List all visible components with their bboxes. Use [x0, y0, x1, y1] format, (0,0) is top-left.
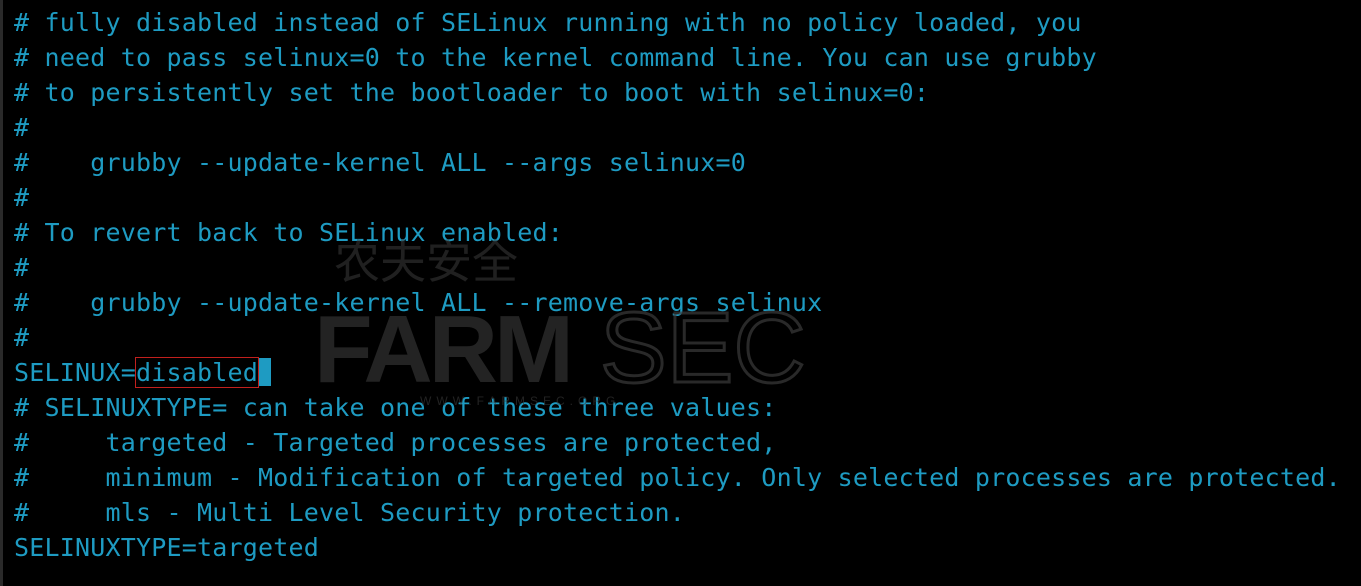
terminal-window[interactable]: # fully disabled instead of SELinux runn…	[0, 0, 1361, 586]
text-line: # minimum - Modification of targeted pol…	[14, 463, 1341, 492]
text-line: # mls - Multi Level Security protection.	[14, 498, 686, 527]
selinux-value-highlight: disabled	[135, 357, 260, 388]
selinux-setting-line: SELINUX=disabled	[14, 355, 1341, 390]
text-line: # To revert back to SELinux enabled:	[14, 218, 564, 247]
text-line: #	[14, 183, 30, 212]
text-line: #	[14, 113, 30, 142]
text-line: # to persistently set the bootloader to …	[14, 78, 930, 107]
text-line: # targeted - Targeted processes are prot…	[14, 428, 777, 457]
text-line: #	[14, 253, 30, 282]
text-line: # grubby --update-kernel ALL --args seli…	[14, 148, 747, 177]
text-line: # grubby --update-kernel ALL --remove-ar…	[14, 288, 823, 317]
selinux-key: SELINUX=	[14, 358, 137, 387]
text-line: # SELINUXTYPE= can take one of these thr…	[14, 393, 777, 422]
terminal-left-border	[0, 0, 3, 586]
text-line: SELINUXTYPE=targeted	[14, 533, 320, 562]
editor-buffer[interactable]: # fully disabled instead of SELinux runn…	[14, 5, 1341, 565]
text-line: # fully disabled instead of SELinux runn…	[14, 8, 1082, 37]
text-line: #	[14, 323, 30, 352]
text-cursor	[258, 358, 272, 386]
text-line: # need to pass selinux=0 to the kernel c…	[14, 43, 1097, 72]
